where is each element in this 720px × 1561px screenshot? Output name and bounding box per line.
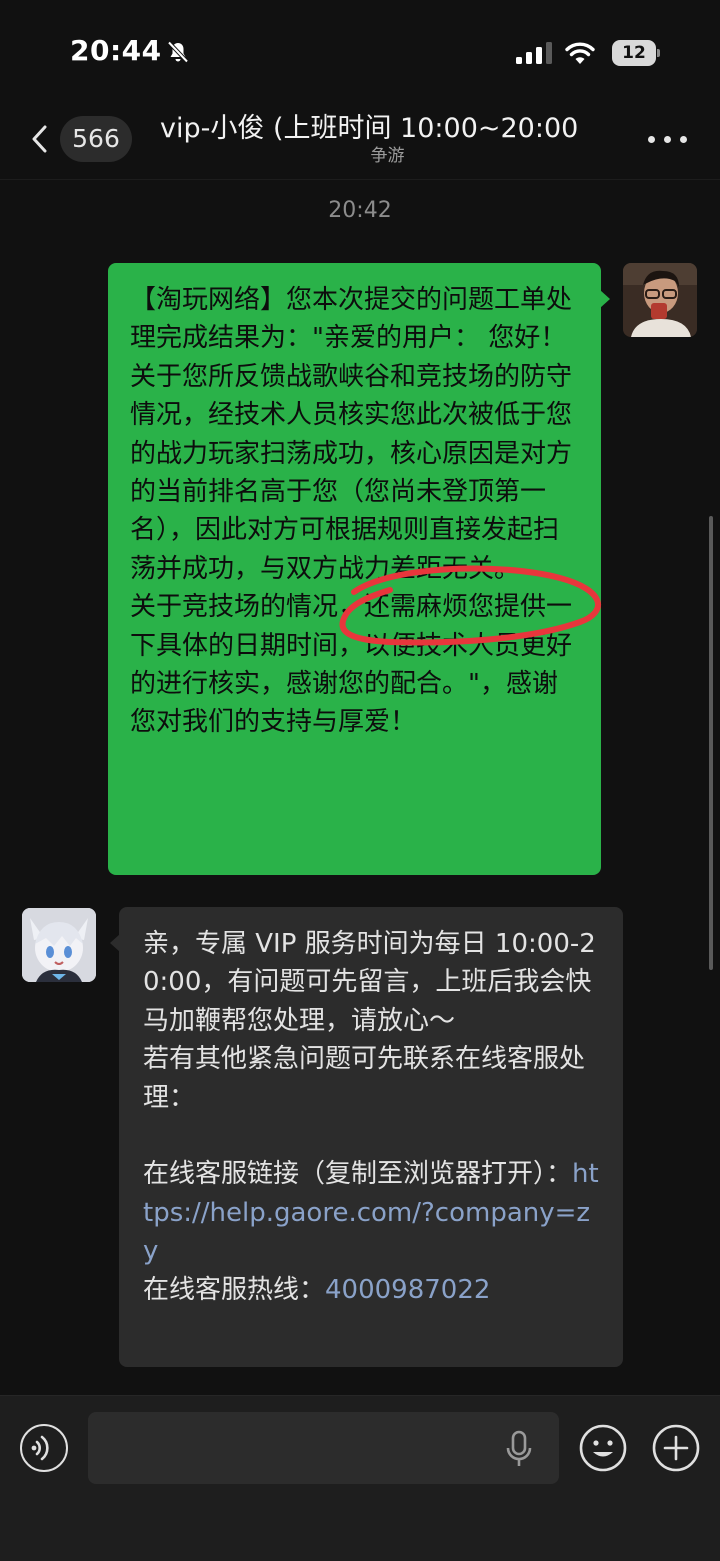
- anime-girl-avatar: [22, 908, 96, 982]
- my-message-bubble[interactable]: 【淘玩网络】您本次提交的问题工单处理完成结果为："亲爱的用户： 您好！ 关于您所…: [108, 263, 601, 875]
- wifi-icon: [565, 42, 595, 64]
- message-input[interactable]: [88, 1412, 559, 1484]
- agent-message-bubble[interactable]: 亲，专属 VIP 服务时间为每日 10:00-20:00，有问题可先留言，上班后…: [119, 907, 623, 1367]
- back-button[interactable]: 566: [26, 116, 134, 162]
- voice-icon: [31, 1435, 49, 1461]
- status-time: 20:44: [70, 34, 162, 67]
- chat-scrollbar[interactable]: [709, 516, 713, 970]
- unread-count-badge: 566: [60, 116, 132, 162]
- hotline-number-link[interactable]: 4000987022: [325, 1275, 490, 1305]
- plus-icon[interactable]: [651, 1423, 701, 1473]
- message-timestamp: 20:42: [328, 198, 392, 223]
- microphone-icon[interactable]: [505, 1430, 533, 1468]
- hotline-label: 在线客服热线：: [143, 1274, 326, 1305]
- battery-icon: 12: [612, 40, 660, 66]
- battery-level: 12: [622, 43, 646, 63]
- agent-avatar[interactable]: [22, 908, 96, 982]
- more-options-button[interactable]: [648, 128, 690, 152]
- cellular-signal-icon: [516, 42, 552, 64]
- message-input-bar: [0, 1395, 720, 1561]
- user-photo-avatar: [623, 263, 697, 337]
- chat-title: vip-小俊 (上班时间 10:00~20:00: [160, 113, 579, 144]
- chat-subtitle: 争游: [370, 146, 405, 166]
- bubble-tail: [600, 290, 610, 308]
- my-avatar[interactable]: [623, 263, 697, 337]
- chevron-left-icon: [32, 125, 47, 153]
- emoji-icon[interactable]: [578, 1423, 628, 1473]
- agent-message-text: 亲，专属 VIP 服务时间为每日 10:00-20:00，有问题可先留言，上班后…: [143, 929, 596, 1190]
- bell-slash-icon: [167, 41, 189, 63]
- status-bar: 20:44 12: [0, 0, 720, 100]
- voice-mode-button[interactable]: [20, 1424, 68, 1472]
- more-dots-icon: [648, 136, 655, 143]
- chat-header: 566 vip-小俊 (上班时间 10:00~20:00 争游: [0, 100, 720, 180]
